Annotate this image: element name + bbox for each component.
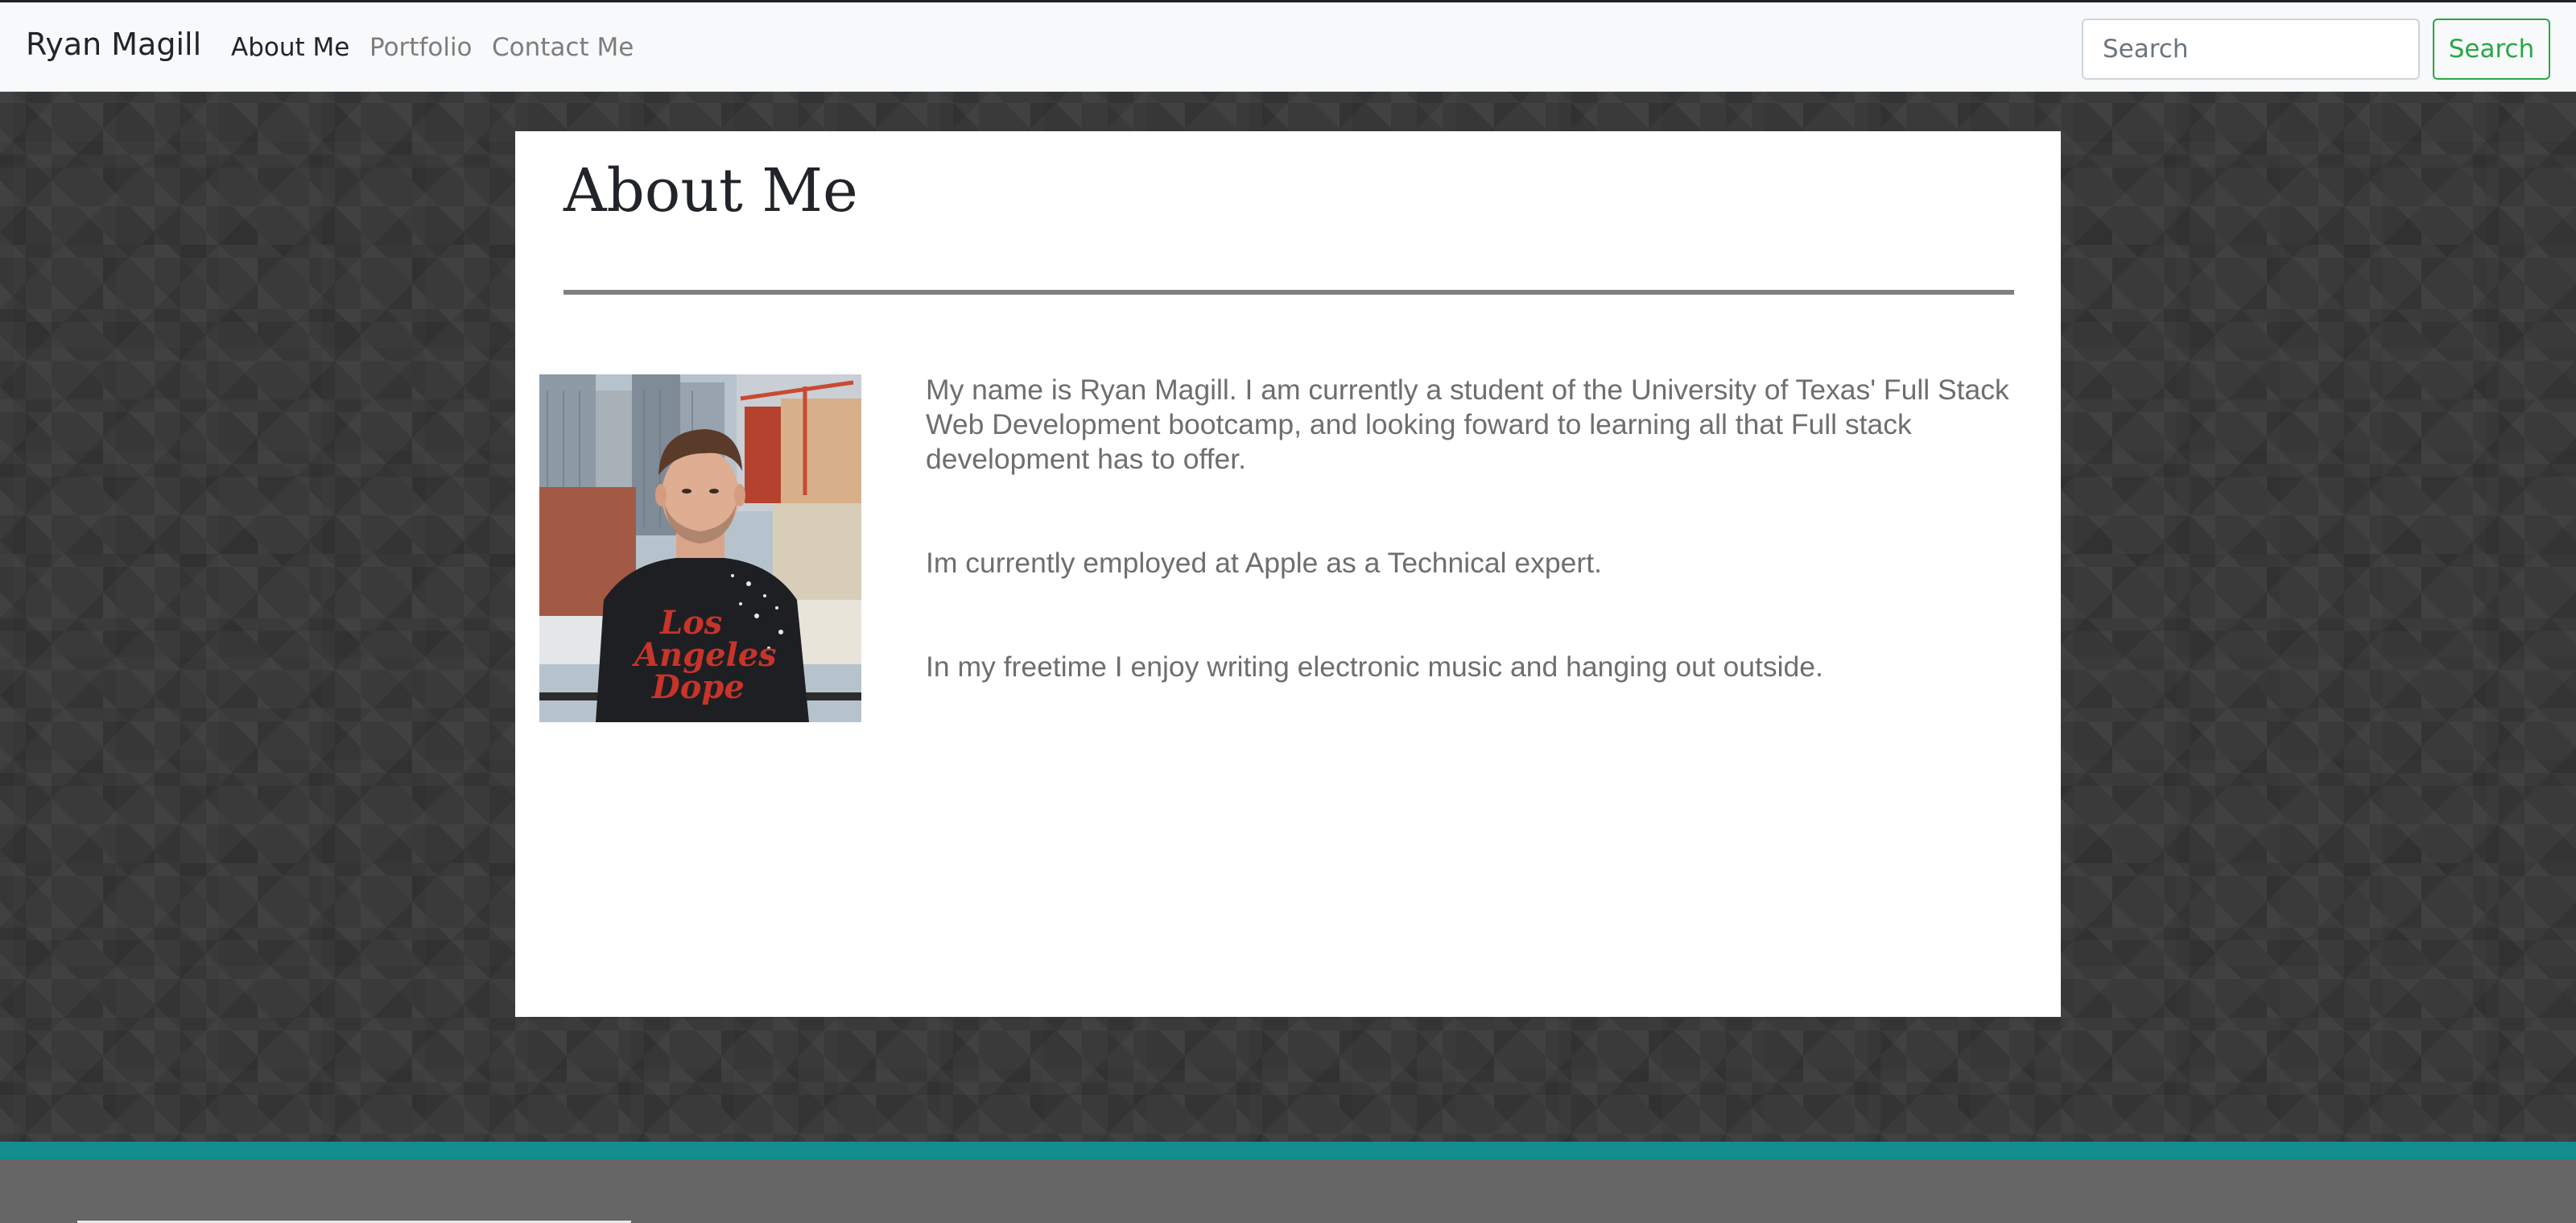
bio-paragraph: Im currently employed at Apple as a Tech… <box>926 547 1602 579</box>
footer <box>0 1159 2576 1223</box>
bio-paragraph: In my freetime I enjoy writing electroni… <box>926 651 1823 683</box>
search-input[interactable] <box>2082 19 2420 80</box>
brand-link[interactable]: Ryan Magill <box>26 27 201 62</box>
profile-photo: Los Angeles Dope <box>539 374 861 722</box>
search-button[interactable]: Search <box>2433 19 2550 80</box>
shirt-text-line-3: Dope <box>651 668 745 706</box>
title-divider <box>564 290 2014 295</box>
nav-link-contact-me[interactable]: Contact Me <box>492 33 634 62</box>
top-navbar: Ryan Magill About Me Portfolio Contact M… <box>0 0 2576 92</box>
nav-link-about-me[interactable]: About Me <box>231 33 349 62</box>
footer-accent-bar <box>0 1142 2576 1159</box>
about-card: About Me Los Angeles Dope My name is Rya… <box>515 131 2061 1017</box>
bio-paragraph: My name is Ryan Magill. I am currently a… <box>926 374 2009 475</box>
bio-text: My name is Ryan Magill. I am currently a… <box>926 373 2037 684</box>
page-title: About Me <box>564 156 858 225</box>
nav-link-portfolio[interactable]: Portfolio <box>369 33 473 62</box>
